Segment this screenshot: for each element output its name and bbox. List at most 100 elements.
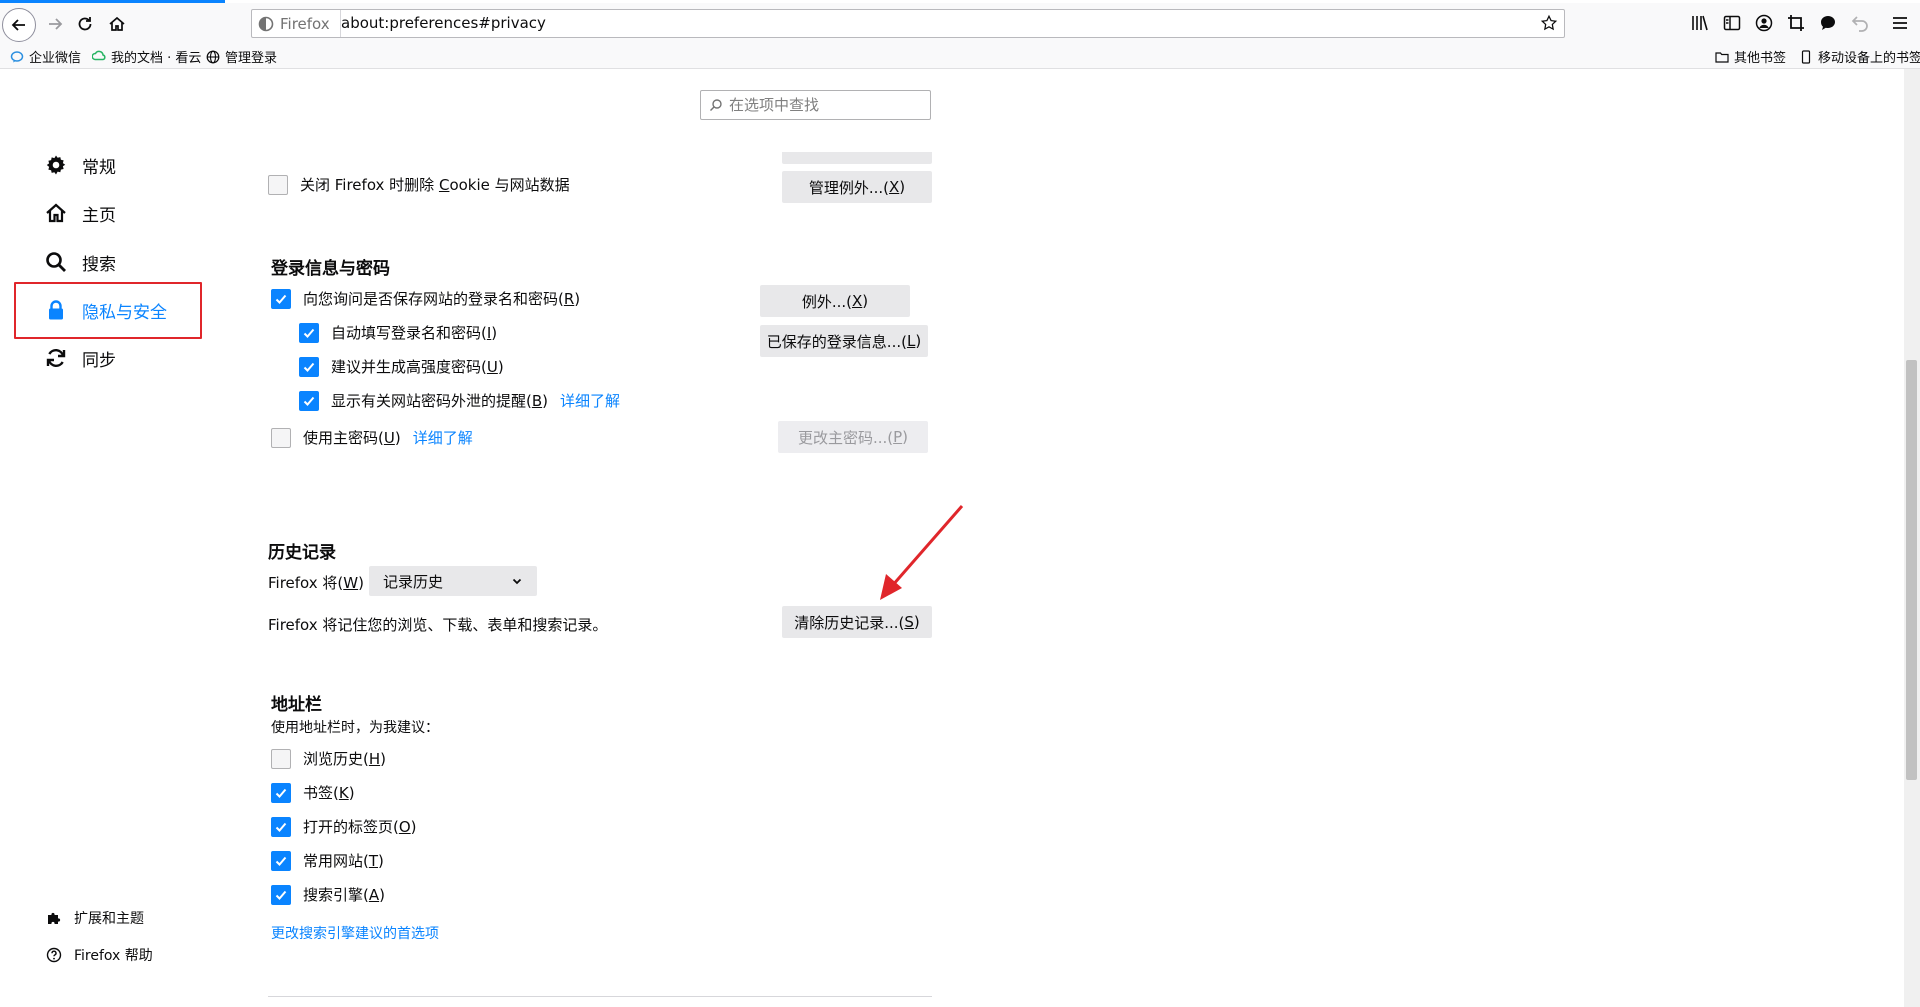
sync-icon <box>46 349 66 367</box>
navigation-toolbar: Firefox about:preferences#privacy <box>0 3 1920 44</box>
bookmark-star-icon[interactable] <box>1540 14 1558 32</box>
category-label: 常规 <box>82 157 116 178</box>
bookmark-label: 其他书签 <box>1734 51 1787 66</box>
suggest-strong-passwords[interactable]: 建议并生成高强度密码(U) <box>299 356 504 377</box>
autofill-logins[interactable]: 自动填写登录名和密码(I) <box>299 322 497 343</box>
addons-link[interactable]: 扩展和主题 <box>46 908 144 928</box>
delete-cookies-label: 关闭 Firefox 时删除 Cookie 与网站数据 <box>300 176 570 194</box>
bookmark-admin-login[interactable]: 管理登录 <box>206 47 277 66</box>
help-label: Firefox 帮助 <box>74 948 153 964</box>
history-mode-label: Firefox 将(W) <box>268 574 364 592</box>
breach-alerts[interactable]: 显示有关网站密码外泄的提醒(B) 详细了解 <box>299 390 620 411</box>
suggest-bookmarks-checkbox[interactable] <box>271 782 291 803</box>
forward-arrow-icon <box>49 18 63 30</box>
login-exceptions-button[interactable]: 例外...(X) <box>760 285 910 317</box>
history-description: Firefox 将记住您的浏览、下载、表单和搜索记录。 <box>268 616 608 634</box>
checkmark-icon <box>275 890 287 900</box>
change-search-suggestion-prefs-link[interactable]: 更改搜索引擎建议的首选项 <box>271 923 439 943</box>
suggest-open-tabs-label: 打开的标签页(O) <box>303 818 417 836</box>
suggest-top-sites-checkbox[interactable] <box>271 850 291 871</box>
master-learn-more-link[interactable]: 详细了解 <box>413 427 473 448</box>
sidebar-toggle-icon[interactable] <box>1722 13 1742 33</box>
account-icon[interactable] <box>1754 13 1774 33</box>
suggest-search-engines-checkbox[interactable] <box>271 884 291 905</box>
ask-to-save-logins[interactable]: 向您询问是否保存网站的登录名和密码(R) <box>271 288 580 309</box>
home-icon <box>109 16 125 31</box>
suggest-history-checkbox[interactable] <box>271 748 291 769</box>
history-heading: 历史记录 <box>268 543 336 563</box>
reload-button[interactable] <box>68 7 102 41</box>
annotation-highlight-box <box>14 282 202 339</box>
use-master-password[interactable]: 使用主密码(U) 详细了解 <box>271 427 473 448</box>
bookmark-wecom[interactable]: 企业微信 <box>10 47 81 66</box>
firefox-logo-icon <box>258 16 274 31</box>
suggest-passwords-checkbox[interactable] <box>299 356 319 377</box>
bookmark-label: 我的文档 · 看云 <box>111 51 202 66</box>
category-label: 同步 <box>82 350 116 371</box>
cookie-manage-data-button[interactable] <box>782 152 932 164</box>
history-mode-select[interactable]: 记录历史 <box>369 566 537 596</box>
suggest-top-sites-option[interactable]: 常用网站(T) <box>271 850 384 871</box>
suggest-open-tabs-checkbox[interactable] <box>271 816 291 837</box>
logins-heading: 登录信息与密码 <box>271 259 390 279</box>
identity-label: Firefox <box>280 14 330 33</box>
url-bar[interactable]: Firefox about:preferences#privacy <box>251 9 1565 38</box>
breach-alerts-checkbox[interactable] <box>299 390 319 411</box>
category-label: 主页 <box>82 205 116 226</box>
checkmark-icon <box>275 788 287 798</box>
back-button[interactable] <box>2 8 36 42</box>
bookmark-label: 企业微信 <box>29 51 82 66</box>
other-bookmarks[interactable]: 其他书签 <box>1715 47 1786 66</box>
category-search[interactable]: 搜索 <box>44 242 116 282</box>
site-identity[interactable]: Firefox <box>258 10 341 37</box>
search-input[interactable] <box>727 95 921 115</box>
library-icon[interactable] <box>1690 13 1710 33</box>
clear-history-button[interactable]: 清除历史记录...(S) <box>782 606 932 638</box>
help-link[interactable]: Firefox 帮助 <box>46 945 153 965</box>
saved-logins-button[interactable]: 已保存的登录信息...(L) <box>760 325 928 357</box>
preferences-search[interactable] <box>700 90 931 120</box>
reload-icon <box>78 17 92 31</box>
breach-alerts-label: 显示有关网站密码外泄的提醒(B) <box>331 392 549 410</box>
history-mode-value: 记录历史 <box>383 572 444 591</box>
hamburger-menu-icon[interactable] <box>1890 13 1910 33</box>
mobile-icon <box>1801 49 1811 64</box>
breach-learn-more-link[interactable]: 详细了解 <box>560 390 620 411</box>
home-button[interactable] <box>100 7 134 41</box>
manage-cookie-exceptions-button[interactable]: 管理例外...(X) <box>782 171 932 203</box>
suggest-open-tabs-option[interactable]: 打开的标签页(O) <box>271 816 417 837</box>
kancloud-icon <box>92 50 106 60</box>
url-text[interactable]: about:preferences#privacy <box>341 10 546 37</box>
bookmark-kancloud[interactable]: 我的文档 · 看云 <box>92 47 201 66</box>
gear-icon <box>46 155 66 175</box>
category-home[interactable]: 主页 <box>44 193 116 233</box>
checkmark-icon <box>303 362 315 372</box>
ask-to-save-checkbox[interactable] <box>271 288 291 309</box>
suggest-search-engines-option[interactable]: 搜索引擎(A) <box>271 884 385 905</box>
wecom-icon <box>10 50 24 62</box>
forward-button[interactable] <box>38 7 72 41</box>
back-arrow-icon <box>11 19 25 31</box>
help-icon <box>46 947 62 963</box>
category-sync[interactable]: 同步 <box>44 338 116 378</box>
autofill-checkbox[interactable] <box>299 322 319 343</box>
suggest-bookmarks-option[interactable]: 书签(K) <box>271 782 355 803</box>
folder-icon <box>1715 51 1729 63</box>
chat-bubble-icon[interactable] <box>1818 13 1838 33</box>
bookmarks-toolbar: 企业微信 我的文档 · 看云 管理登录 其他书签 移动设备上的书签 <box>0 44 1920 69</box>
delete-cookies-checkbox[interactable] <box>268 174 288 195</box>
puzzle-icon <box>48 912 61 924</box>
suggest-search-engines-label: 搜索引擎(A) <box>303 886 385 904</box>
globe-icon <box>206 50 220 63</box>
delete-cookies-on-close[interactable]: 关闭 Firefox 时删除 Cookie 与网站数据 <box>268 174 570 195</box>
suggest-top-sites-label: 常用网站(T) <box>303 852 384 870</box>
screenshot-crop-icon[interactable] <box>1786 13 1806 33</box>
suggest-history-option[interactable]: 浏览历史(H) <box>271 748 386 769</box>
undo-icon[interactable] <box>1850 13 1870 33</box>
category-general[interactable]: 常规 <box>44 145 116 185</box>
master-password-checkbox[interactable] <box>271 427 291 448</box>
scrollbar-thumb[interactable] <box>1906 360 1917 780</box>
search-icon <box>46 252 66 272</box>
mobile-bookmarks[interactable]: 移动设备上的书签 <box>1799 47 1920 66</box>
change-master-password-button[interactable]: 更改主密码...(P) <box>778 421 928 453</box>
